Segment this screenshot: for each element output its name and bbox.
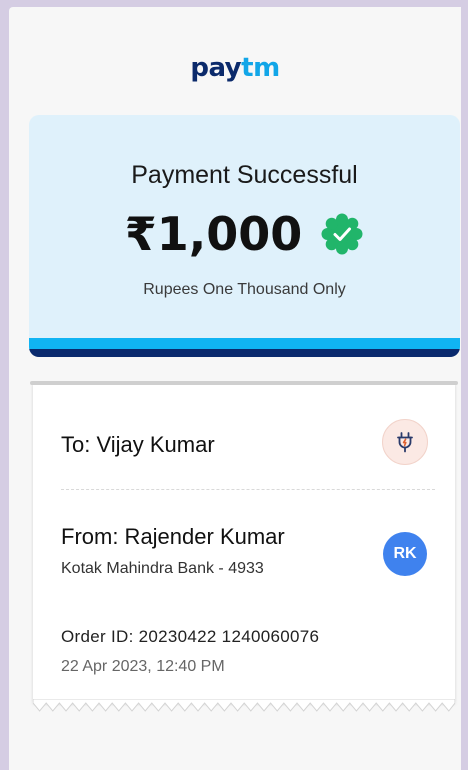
paytm-logo: paytm xyxy=(9,53,461,83)
logo-pay-text: pay xyxy=(190,53,242,83)
recipient-name: To: Vijay Kumar xyxy=(61,432,215,457)
sender-bank-account: Kotak Mahindra Bank - 4933 xyxy=(61,560,264,577)
electric-plug-icon xyxy=(397,432,413,453)
payment-amount: ₹1,000 xyxy=(124,207,303,261)
verified-check-icon xyxy=(321,213,363,255)
receipt-card: To: Vijay Kumar From: Rajender Kumar Kot… xyxy=(30,381,458,715)
order-id: Order ID: 20230422 1240060076 xyxy=(61,627,320,646)
section-divider xyxy=(61,489,435,490)
receipt-zigzag-edge xyxy=(33,699,455,712)
sender-avatar[interactable]: RK xyxy=(383,532,427,576)
amount-row: ₹1,000 xyxy=(29,207,460,261)
receipt-body: To: Vijay Kumar From: Rajender Kumar Kot… xyxy=(33,383,455,703)
payment-status-card: Payment Successful ₹1,000 Rupees One Tho xyxy=(29,115,460,357)
card-stripe-light xyxy=(29,338,460,349)
transaction-timestamp: 22 Apr 2023, 12:40 PM xyxy=(61,658,225,675)
card-stripe-dark xyxy=(29,349,460,357)
app-screen: paytm Payment Successful ₹1,000 Rupees O… xyxy=(9,7,461,770)
recipient-avatar[interactable] xyxy=(382,419,428,465)
logo-tm-text: tm xyxy=(241,53,280,83)
payment-status-title: Payment Successful xyxy=(131,161,358,189)
amount-in-words: Rupees One Thousand Only xyxy=(143,281,346,298)
sender-name: From: Rajender Kumar xyxy=(61,524,285,549)
receipt-top-edge xyxy=(30,381,458,385)
